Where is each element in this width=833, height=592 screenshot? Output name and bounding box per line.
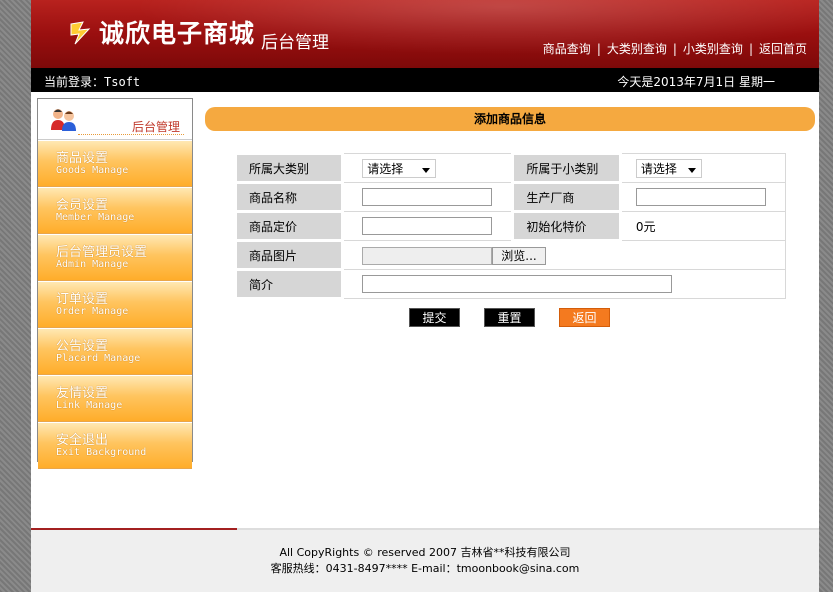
sidebar-item-sublabel: Goods Manage xyxy=(56,165,129,176)
sidebar-title: 后台管理 xyxy=(131,120,180,134)
info-bar: 当前登录：Tsoft 今天是2013年7月1日 星期一 xyxy=(31,68,819,92)
login-user: Tsoft xyxy=(104,75,141,89)
nav-goods-query[interactable]: 商品查询 xyxy=(543,42,591,56)
price-label: 商品定价 xyxy=(233,210,345,242)
sidebar-item-sublabel: Admin Manage xyxy=(56,259,129,270)
small-category-select[interactable]: 请选择 xyxy=(635,158,702,178)
sidebar-item-sublabel: Order Manage xyxy=(56,306,129,317)
special-price-value: 0元 xyxy=(619,211,787,241)
sidebar-item-sublabel: Placard Manage xyxy=(56,353,141,364)
chevron-down-icon xyxy=(687,167,696,173)
header-banner: 诚欣电子商城 后台管理 商品查询 | 大类别查询 | 小类别查询 | 返回首页 xyxy=(31,0,819,68)
back-button[interactable]: 返回 xyxy=(559,308,610,327)
add-goods-form: 所属大类别 请选择 所属于小类别 请选择 商品名称 生产厂商 商品定价 初始化特… xyxy=(233,152,787,300)
intro-input[interactable] xyxy=(362,275,673,293)
image-label: 商品图片 xyxy=(233,239,345,271)
submit-button[interactable]: 提交 xyxy=(409,308,460,327)
sidebar: 后台管理 商品设置 Goods Manage 会员设置 Member Manag… xyxy=(37,98,193,469)
hotline-text: 客服热线：0431-8497**** E-mail：tmoonbook@sina… xyxy=(270,562,580,575)
special-price-label: 初始化特价 xyxy=(511,210,622,242)
logo-subtitle: 后台管理 xyxy=(261,33,329,53)
logo-text: 诚欣电子商城 xyxy=(99,19,256,48)
nav-small-category-query[interactable]: 小类别查询 xyxy=(683,42,743,56)
reset-button[interactable]: 重置 xyxy=(484,308,535,327)
sidebar-item-label: 商品设置 xyxy=(56,151,109,166)
sidebar-item-sublabel: Member Manage xyxy=(56,212,135,223)
sidebar-item-link[interactable]: 友情设置 Link Manage xyxy=(38,375,192,422)
sidebar-item-placard[interactable]: 公告设置 Placard Manage xyxy=(38,328,192,375)
page-title: 添加商品信息 xyxy=(205,107,815,131)
sidebar-item-exit[interactable]: 安全退出 Exit Background xyxy=(38,422,192,469)
sidebar-item-sublabel: Link Manage xyxy=(56,400,123,411)
copyright-text: All CopyRights © reserved 2007 吉林省**科技有限… xyxy=(279,546,571,559)
goods-name-input[interactable] xyxy=(362,188,493,206)
name-label: 商品名称 xyxy=(233,181,345,213)
big-category-select[interactable]: 请选择 xyxy=(362,158,437,178)
chevron-down-icon xyxy=(422,167,431,173)
image-path-field xyxy=(362,246,493,265)
intro-label: 简介 xyxy=(233,268,345,300)
nav-home[interactable]: 返回首页 xyxy=(759,42,807,56)
sidebar-item-member[interactable]: 会员设置 Member Manage xyxy=(38,187,192,234)
maker-input[interactable] xyxy=(635,188,766,206)
sidebar-item-goods[interactable]: 商品设置 Goods Manage xyxy=(38,140,192,187)
sidebar-item-label: 后台管理员设置 xyxy=(56,245,148,260)
top-nav: 商品查询 | 大类别查询 | 小类别查询 | 返回首页 xyxy=(542,42,807,56)
nav-big-category-query[interactable]: 大类别查询 xyxy=(607,42,667,56)
sidebar-item-label: 会员设置 xyxy=(56,198,109,213)
sidebar-header: 后台管理 xyxy=(38,99,192,140)
price-input[interactable] xyxy=(362,217,493,235)
maker-label: 生产厂商 xyxy=(511,181,622,213)
date-text: 今天是2013年7月1日 星期一 xyxy=(617,75,775,89)
login-label: 当前登录： xyxy=(44,75,105,89)
big-category-label: 所属大类别 xyxy=(233,152,345,184)
sidebar-item-label: 公告设置 xyxy=(56,339,109,354)
page-frame: 诚欣电子商城 后台管理 商品查询 | 大类别查询 | 小类别查询 | 返回首页 当前登录：T… xyxy=(31,0,819,592)
users-icon xyxy=(51,109,76,131)
sidebar-item-label: 订单设置 xyxy=(56,292,109,307)
logo-icon xyxy=(70,21,91,45)
sidebar-item-admin[interactable]: 后台管理员设置 Admin Manage xyxy=(38,234,192,281)
footer: All CopyRights © reserved 2007 吉林省**科技有限… xyxy=(31,530,819,592)
sidebar-item-label: 安全退出 xyxy=(56,433,109,448)
small-category-label: 所属于小类别 xyxy=(511,152,622,184)
sidebar-item-order[interactable]: 订单设置 Order Manage xyxy=(38,281,192,328)
sidebar-item-sublabel: Exit Background xyxy=(56,447,147,458)
sidebar-item-label: 友情设置 xyxy=(56,386,109,401)
browse-button[interactable]: 浏览... xyxy=(492,246,546,265)
